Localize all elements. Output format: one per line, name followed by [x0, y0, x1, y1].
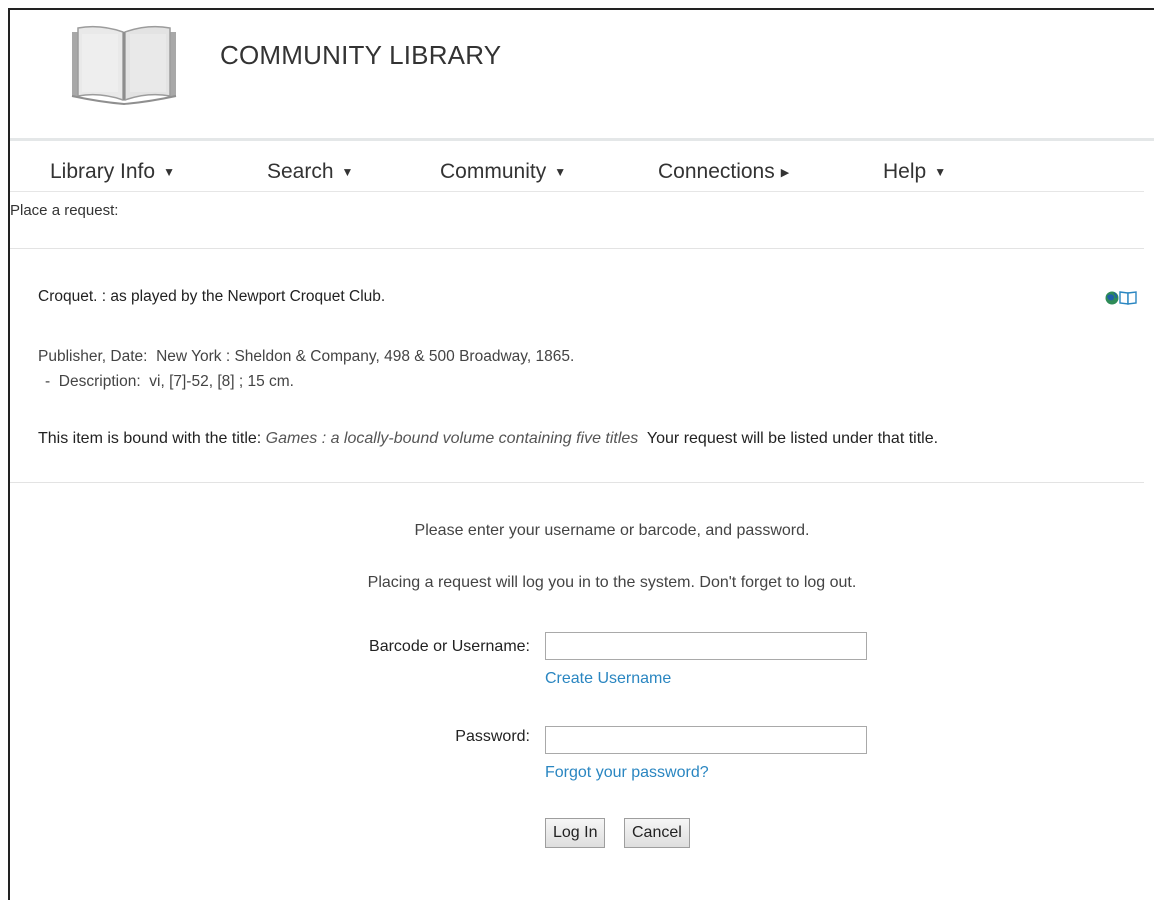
nav-label: Search — [267, 160, 334, 183]
description-label: Description: — [58, 373, 141, 390]
logout-reminder: Placing a request will log you in to the… — [367, 574, 857, 591]
open-book-icon — [71, 25, 177, 106]
publisher-value: New York : Sheldon & Company, 498 & 500 … — [156, 348, 575, 365]
caret-down-icon: ▼ — [163, 165, 175, 179]
main-nav: Library Info ▼ Search ▼ Community ▼ Connect… — [10, 141, 1154, 201]
nav-library-info[interactable]: Library Info ▼ — [50, 160, 175, 184]
site-header: COMMUNITY LIBRARY — [10, 10, 1154, 138]
create-username-link[interactable]: Create Username — [545, 670, 671, 688]
caret-down-icon: ▼ — [934, 165, 947, 179]
nav-help[interactable]: Help ▼ — [883, 160, 946, 184]
item-format-icons — [1104, 288, 1138, 306]
caret-right-icon: ▶ — [780, 167, 790, 179]
publisher-label: Publisher, Date: — [38, 348, 148, 365]
password-label: Password: — [455, 728, 530, 745]
book-icon[interactable] — [1119, 291, 1137, 305]
bound-suffix: Your request will be listed under that t… — [646, 430, 939, 447]
page-heading: Place a request: — [10, 202, 119, 219]
publisher-line: Publisher, Date: New York : Sheldon & Co… — [38, 348, 574, 366]
forgot-password-link[interactable]: Forgot your password? — [545, 764, 709, 782]
nav-community[interactable]: Community ▼ — [440, 160, 566, 184]
bound-with-notice: This item is bound with the title: Games… — [38, 430, 938, 448]
globe-icon[interactable] — [1105, 291, 1119, 305]
description-bullet: - — [45, 373, 51, 390]
nav-label: Connections — [658, 160, 775, 183]
description-line: - Description: vi, [7]-52, [8] ; 15 cm. — [45, 373, 294, 391]
item-title: Croquet. : as played by the Newport Croq… — [38, 288, 386, 305]
nav-label: Help — [883, 160, 927, 183]
nav-divider — [10, 191, 1144, 192]
nav-label: Library Info — [50, 160, 156, 183]
bound-prefix: This item is bound with the title: — [38, 430, 262, 447]
bound-title: Games : a locally-bound volume containin… — [265, 430, 639, 447]
caret-down-icon: ▼ — [341, 165, 354, 179]
nav-connections[interactable]: Connections ▶ — [658, 160, 789, 184]
section-divider — [10, 248, 1144, 249]
nav-search[interactable]: Search ▼ — [267, 160, 353, 184]
cancel-button[interactable]: Cancel — [624, 818, 690, 848]
login-instruction: Please enter your username or barcode, a… — [414, 522, 810, 539]
password-field[interactable] — [545, 726, 867, 754]
section-divider — [10, 482, 1144, 483]
username-field[interactable] — [545, 632, 867, 660]
site-title[interactable]: COMMUNITY LIBRARY — [220, 40, 501, 71]
caret-down-icon: ▼ — [554, 165, 567, 179]
username-label: Barcode or Username: — [369, 638, 530, 655]
nav-label: Community — [440, 160, 547, 183]
login-button[interactable]: Log In — [545, 818, 606, 848]
description-value: vi, [7]-52, [8] ; 15 cm. — [149, 373, 294, 390]
